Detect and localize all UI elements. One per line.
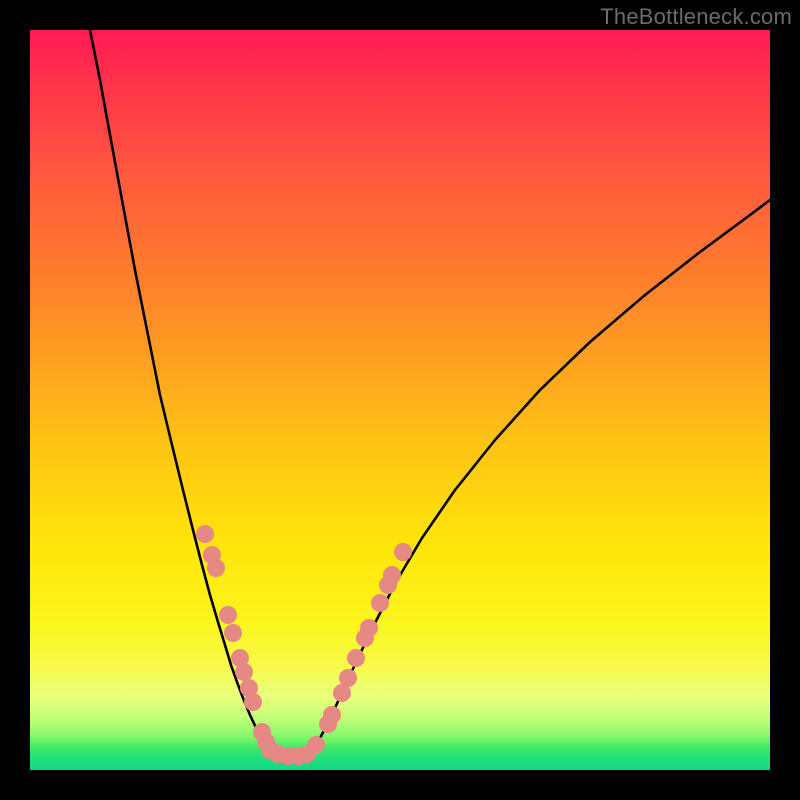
marker-point bbox=[307, 736, 325, 754]
marker-point bbox=[383, 566, 401, 584]
marker-point bbox=[323, 706, 341, 724]
bottleneck-curve bbox=[90, 30, 770, 756]
marker-point bbox=[394, 543, 412, 561]
marker-point bbox=[235, 663, 253, 681]
marker-point bbox=[347, 649, 365, 667]
chart-svg bbox=[30, 30, 770, 770]
marker-point bbox=[196, 525, 214, 543]
marker-point bbox=[207, 559, 225, 577]
marker-point bbox=[219, 606, 237, 624]
marker-point bbox=[371, 594, 389, 612]
chart-frame: TheBottleneck.com bbox=[0, 0, 800, 800]
marker-point bbox=[244, 693, 262, 711]
markers-group bbox=[196, 525, 412, 765]
plot-area bbox=[30, 30, 770, 770]
watermark-text: TheBottleneck.com bbox=[600, 4, 792, 30]
marker-point bbox=[360, 619, 378, 637]
marker-point bbox=[224, 624, 242, 642]
marker-point bbox=[339, 669, 357, 687]
